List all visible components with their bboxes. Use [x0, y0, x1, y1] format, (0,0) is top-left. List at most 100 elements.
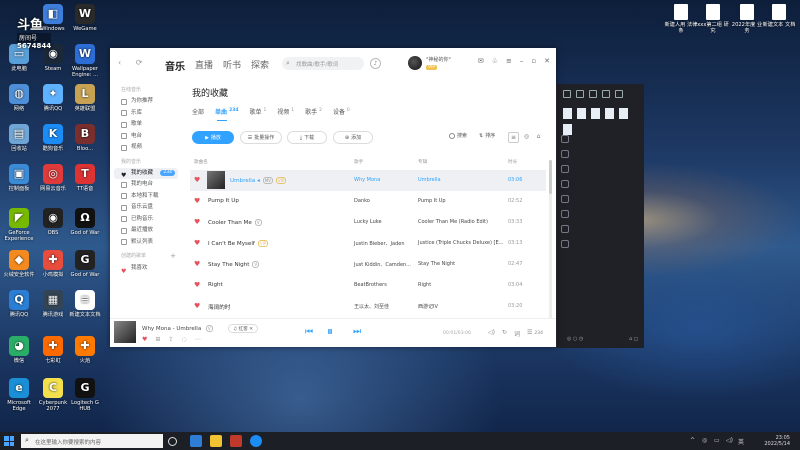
user-menu[interactable]: °神秘的你° VIP: [408, 56, 451, 70]
tray-chevron-icon[interactable]: ^: [690, 437, 695, 444]
desktop-icon[interactable]: G Logitech G HUB: [68, 378, 102, 412]
tab-explore[interactable]: 探索: [251, 58, 269, 73]
desktop-icon[interactable]: K 酷狗音乐: [36, 124, 70, 152]
song-album[interactable]: Stay The Night: [418, 261, 455, 267]
sidebar-item-online-2[interactable]: 歌单: [110, 119, 182, 131]
song-artist[interactable]: Just Kiddin、Camden...: [354, 261, 411, 268]
heart-icon[interactable]: ♥: [194, 260, 200, 268]
desktop-icon[interactable]: W WeGame: [68, 4, 102, 32]
col-artist[interactable]: 歌手: [354, 159, 363, 165]
col-song[interactable]: 歌曲名: [194, 159, 208, 165]
volume-icon[interactable]: ◁): [488, 329, 495, 338]
download-button[interactable]: ⤓ 下载: [287, 131, 327, 144]
desktop-icon[interactable]: ◉ OBS: [36, 208, 70, 236]
minimize-icon[interactable]: –: [520, 57, 524, 65]
list-view-icon[interactable]: ≡: [508, 132, 519, 143]
song-tag[interactable]: V: [254, 219, 262, 226]
desktop-icon[interactable]: e Microsoft Edge: [2, 378, 36, 412]
sidebar-item-mine-5[interactable]: 最近播放: [110, 225, 182, 237]
desktop-file-icon[interactable]: 新建人用 法律条: [664, 4, 698, 34]
desktop-icon[interactable]: ✚ 七彩虹: [36, 336, 70, 364]
share-icon[interactable]: ⇪: [168, 336, 173, 343]
desktop-icon[interactable]: ◤ GeForce Experience: [2, 208, 36, 242]
scrollbar-thumb[interactable]: [549, 160, 552, 194]
heart-icon[interactable]: ♥: [194, 197, 200, 205]
desktop-icon[interactable]: ◆ 火绒安全软件: [2, 250, 36, 278]
mv-tag[interactable]: V: [205, 325, 213, 332]
taskbar-app-1-icon[interactable]: [190, 435, 202, 447]
sub-tab-1[interactable]: 单曲 234: [215, 107, 239, 121]
voice-search-icon[interactable]: ♪: [370, 58, 381, 69]
col-duration[interactable]: 时长: [508, 159, 517, 165]
now-playing-title[interactable]: Why Mona - Umbrella V: [142, 325, 213, 332]
table-row[interactable]: ♥ Pump It Up Danko Pump It Up 02:52: [190, 191, 546, 212]
add-to-icon[interactable]: ⊞: [155, 336, 160, 343]
table-row[interactable]: ♥ Umbrella ◂ MV VIP Why Mona Umbrella 03:06: [190, 170, 546, 191]
song-title[interactable]: Cooler Than Me V: [208, 219, 262, 226]
sub-tab-2[interactable]: 歌单 1: [250, 107, 267, 116]
heart-icon[interactable]: ♥: [142, 336, 147, 343]
sub-tab-0[interactable]: 全部: [192, 107, 204, 116]
song-artist[interactable]: 王以太、刘至佳: [354, 303, 389, 310]
desktop-icon[interactable]: L 英雄联盟: [68, 84, 102, 112]
desktop-file-icon[interactable]: 2022年度 业务: [730, 4, 764, 34]
batch-button[interactable]: ☰ 批量操作: [240, 131, 282, 144]
sidebar-item-mine-4[interactable]: 已购音乐: [110, 214, 182, 226]
table-row[interactable]: ♥ Stay The Night V Just Kiddin、Camden... Sta…: [190, 254, 546, 275]
desktop-icon[interactable]: ▦ 腾讯游戏: [36, 290, 70, 318]
add-playlist-icon[interactable]: +: [170, 252, 176, 260]
tray-app-icon[interactable]: ◎: [702, 437, 707, 444]
song-tag[interactable]: MV: [262, 177, 274, 184]
desktop-icon[interactable]: ✚ 火焰: [68, 336, 102, 364]
heart-icon[interactable]: ♥: [194, 176, 200, 184]
search-in-list-button[interactable]: 搜索: [449, 132, 467, 139]
nav-arrows[interactable]: ‹ ⟳: [118, 58, 148, 67]
lyrics-icon[interactable]: 词: [514, 329, 520, 338]
sidebar-item-online-4[interactable]: 视频: [110, 142, 182, 154]
song-album[interactable]: Right: [418, 282, 431, 288]
song-artist[interactable]: Lucky Luke: [354, 219, 382, 225]
desktop-icon[interactable]: W Wallpaper Engine: ...: [68, 44, 102, 78]
lock-icon[interactable]: ⌂: [533, 132, 544, 143]
heart-icon[interactable]: ♥: [194, 218, 200, 226]
scrollbar[interactable]: [549, 160, 552, 320]
chip-close-icon[interactable]: ✕: [249, 327, 253, 332]
sound-effect-chip[interactable]: ♫ 红客 ✕: [228, 324, 259, 333]
next-icon[interactable]: ⏭: [353, 327, 361, 337]
song-tag[interactable]: VIP: [276, 177, 287, 184]
song-tag[interactable]: V: [252, 261, 260, 268]
taskbar-app-3-icon[interactable]: [230, 435, 242, 447]
clock[interactable]: 23:05 2022/5/14: [764, 435, 790, 447]
table-row[interactable]: ♥ Right BeatBrothers Right 03:04: [190, 275, 546, 296]
song-album[interactable]: Pump It Up: [418, 198, 446, 204]
song-album[interactable]: Cooler Than Me (Radio Edit): [418, 219, 488, 225]
song-title[interactable]: Umbrella ◂ MV VIP: [230, 177, 287, 184]
loop-icon[interactable]: ↻: [502, 329, 507, 338]
tab-music[interactable]: 音乐: [165, 58, 185, 73]
tray-volume-icon[interactable]: ◁): [726, 437, 733, 444]
taskbar-search-input[interactable]: ⌕ 在这里输入你要搜索的内容: [21, 434, 163, 448]
desktop-icon[interactable]: ▣ 控制面板: [2, 164, 36, 192]
pause-icon[interactable]: ⏸: [327, 324, 333, 339]
add-button[interactable]: ⊕ 添加: [333, 131, 373, 144]
sidebar-item-mine-6[interactable]: 默认列表: [110, 237, 182, 249]
song-title[interactable]: Pump It Up: [208, 198, 239, 204]
desktop-icon[interactable]: ◎ 网易云音乐: [36, 164, 70, 192]
menu-icon[interactable]: ≡: [506, 57, 512, 65]
desktop-icon[interactable]: ≡ 新建文本文档: [68, 290, 102, 318]
search-input[interactable]: ⌕ 找歌曲/歌手/歌词: [282, 57, 364, 70]
song-title[interactable]: I Can't Be Myself VIP: [208, 240, 269, 247]
desktop-icon[interactable]: Q 腾讯QQ: [2, 290, 36, 318]
tab-audiobook[interactable]: 听书: [223, 58, 241, 73]
song-title[interactable]: Right: [208, 282, 223, 288]
song-album[interactable]: Umbrella: [418, 177, 441, 183]
desktop-file-icon[interactable]: xxx第二组 研究: [696, 4, 730, 34]
song-artist[interactable]: BeatBrothers: [354, 282, 387, 288]
song-tag[interactable]: VIP: [257, 240, 269, 247]
heart-icon[interactable]: ♥: [194, 239, 200, 247]
more-icon[interactable]: ⋯: [195, 336, 201, 343]
sidebar-item-mine-1[interactable]: 我的电台: [110, 179, 182, 191]
tab-live[interactable]: 直播: [195, 58, 213, 73]
desktop-icon[interactable]: B Bloo...: [68, 124, 102, 152]
comment-icon[interactable]: ◌: [181, 336, 186, 343]
